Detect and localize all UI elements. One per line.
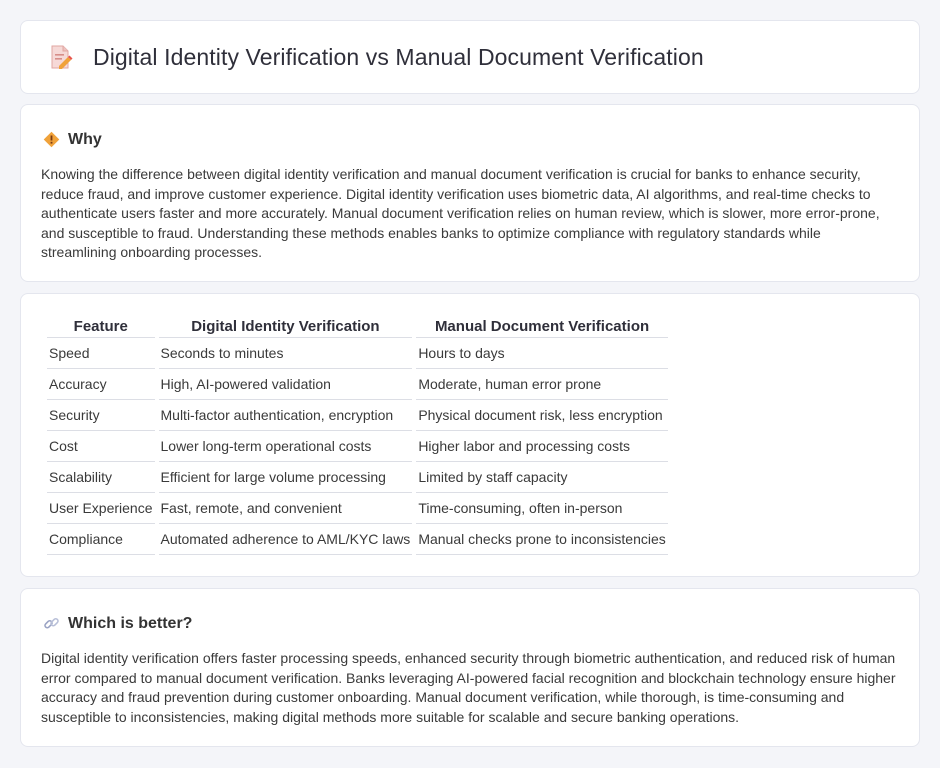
manual-cell: Physical document risk, less encryption <box>416 400 668 431</box>
column-header-manual: Manual Document Verification <box>416 316 668 338</box>
table-row: User Experience Fast, remote, and conven… <box>47 493 668 524</box>
why-card: Why Knowing the difference between digit… <box>20 104 920 282</box>
link-icon <box>44 617 59 629</box>
better-heading-row: Which is better? <box>21 589 919 635</box>
feature-cell: Scalability <box>47 462 155 493</box>
column-header-digital: Digital Identity Verification <box>158 316 413 338</box>
table-row: Compliance Automated adherence to AML/KY… <box>47 524 668 555</box>
title-card: Digital Identity Verification vs Manual … <box>20 20 920 94</box>
why-body: Knowing the difference between digital i… <box>41 166 880 260</box>
feature-cell: User Experience <box>47 493 155 524</box>
manual-cell: Time-consuming, often in-person <box>416 493 668 524</box>
manual-cell: Moderate, human error prone <box>416 369 668 400</box>
table-row: Accuracy High, AI-powered validation Mod… <box>47 369 668 400</box>
manual-cell: Limited by staff capacity <box>416 462 668 493</box>
feature-cell: Compliance <box>47 524 155 555</box>
feature-cell: Security <box>47 400 155 431</box>
manual-cell: Hours to days <box>416 338 668 369</box>
manual-cell: Higher labor and processing costs <box>416 431 668 462</box>
manual-cell: Manual checks prone to inconsistencies <box>416 524 668 555</box>
diamond-warning-icon <box>43 131 60 148</box>
feature-cell: Cost <box>47 431 155 462</box>
digital-cell: Lower long-term operational costs <box>158 431 413 462</box>
comparison-card: Feature Digital Identity Verification Ma… <box>20 293 920 577</box>
table-header-row: Feature Digital Identity Verification Ma… <box>47 316 668 338</box>
column-header-feature: Feature <box>47 316 155 338</box>
better-heading: Which is better? <box>68 614 193 632</box>
digital-cell: Multi-factor authentication, encryption <box>158 400 413 431</box>
table-row: Speed Seconds to minutes Hours to days <box>47 338 668 369</box>
why-heading-row: Why <box>21 105 919 151</box>
digital-cell: High, AI-powered validation <box>158 369 413 400</box>
feature-cell: Speed <box>47 338 155 369</box>
feature-cell: Accuracy <box>47 369 155 400</box>
digital-cell: Automated adherence to AML/KYC laws <box>158 524 413 555</box>
better-body: Digital identity verification offers fas… <box>41 650 896 725</box>
why-heading: Why <box>68 130 102 148</box>
page-title: Digital Identity Verification vs Manual … <box>93 43 704 70</box>
comparison-table: Feature Digital Identity Verification Ma… <box>43 316 672 555</box>
better-card: Which is better? Digital identity verifi… <box>20 588 920 747</box>
document-edit-icon <box>51 45 73 69</box>
table-row: Security Multi-factor authentication, en… <box>47 400 668 431</box>
digital-cell: Fast, remote, and convenient <box>158 493 413 524</box>
digital-cell: Seconds to minutes <box>158 338 413 369</box>
table-row: Cost Lower long-term operational costs H… <box>47 431 668 462</box>
table-row: Scalability Efficient for large volume p… <box>47 462 668 493</box>
digital-cell: Efficient for large volume processing <box>158 462 413 493</box>
title-row: Digital Identity Verification vs Manual … <box>21 21 919 93</box>
